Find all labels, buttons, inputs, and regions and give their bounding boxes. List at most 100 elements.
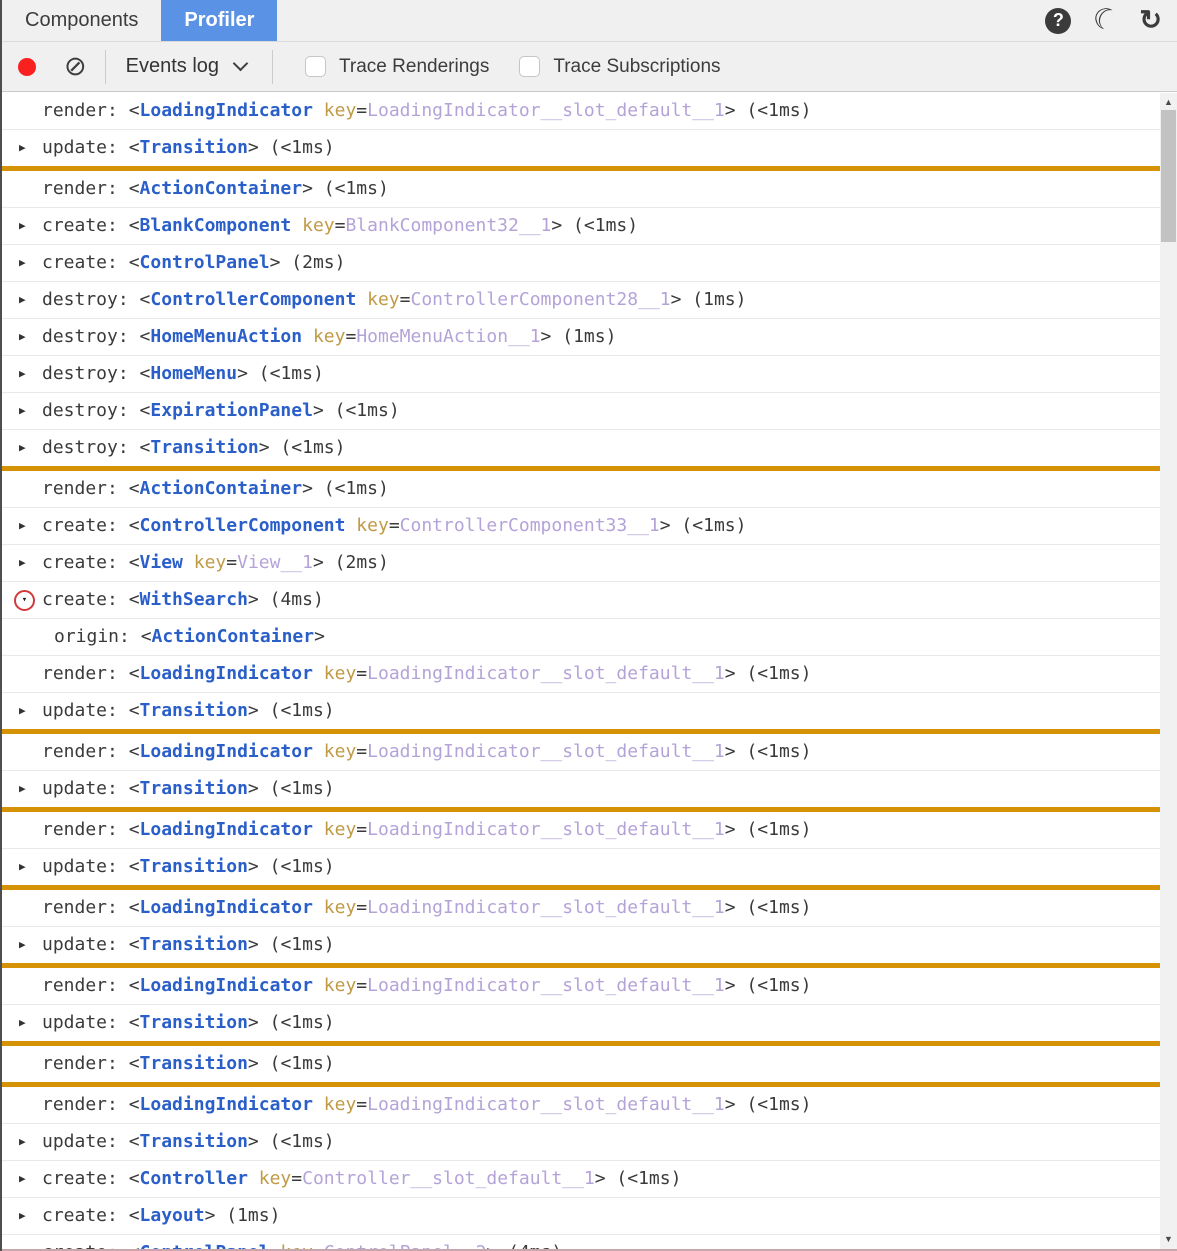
log-event-row[interactable]: render: <LoadingIndicator key=LoadingInd… — [2, 656, 1160, 693]
log-event-row[interactable]: ▶create: <BlankComponent key=BlankCompon… — [2, 208, 1160, 245]
log-event-row[interactable]: ▾create: <WithSearch> (4ms) — [2, 582, 1160, 619]
vertical-scrollbar[interactable]: ▲ ▼ — [1160, 93, 1177, 1249]
log-event-row[interactable]: ▶destroy: <Transition> (<1ms) — [2, 430, 1160, 471]
log-event-row[interactable]: ▶create: <ControllerComponent key=Contro… — [2, 508, 1160, 545]
event-type: render: — [42, 100, 129, 121]
bracket: < — [129, 252, 140, 273]
log-event-row[interactable]: render: <ActionContainer> (<1ms) — [2, 471, 1160, 508]
bracket: > — [725, 741, 736, 762]
event-duration: (<1ms) — [259, 1131, 335, 1152]
bracket: < — [129, 741, 140, 762]
expand-arrow-icon[interactable]: ▶ — [19, 545, 26, 581]
log-event-row[interactable]: render: <Transition> (<1ms) — [2, 1046, 1160, 1087]
log-event-row[interactable]: ▶update: <Transition> (<1ms) — [2, 1124, 1160, 1161]
bracket: > — [725, 975, 736, 996]
bracket: < — [140, 437, 151, 458]
scrollbar-thumb[interactable] — [1161, 110, 1176, 242]
log-event-row[interactable]: ▶update: <Transition> (<1ms) — [2, 1005, 1160, 1046]
log-event-row[interactable]: ▶update: <Transition> (<1ms) — [2, 771, 1160, 812]
log-event-row[interactable]: render: <LoadingIndicator key=LoadingInd… — [2, 93, 1160, 130]
events-log-label: Events log — [126, 55, 219, 78]
component-name: LoadingIndicator — [140, 663, 313, 684]
log-event-row[interactable]: ▶destroy: <ControllerComponent key=Contr… — [2, 282, 1160, 319]
expand-arrow-icon[interactable]: ▶ — [19, 927, 26, 963]
scroll-up-icon[interactable]: ▲ — [1160, 98, 1177, 107]
log-event-row[interactable]: ▶create: <ControlPanel key=ControlPanel_… — [2, 1235, 1160, 1251]
expand-arrow-icon[interactable]: ▶ — [19, 282, 26, 318]
bracket: < — [129, 178, 140, 199]
trace-renderings-toggle[interactable]: Trace Renderings — [305, 56, 489, 78]
log-event-row[interactable]: ▶create: <View key=View__1> (2ms) — [2, 545, 1160, 582]
key-attribute: key — [356, 289, 399, 310]
expand-arrow-icon[interactable]: ▶ — [19, 356, 26, 392]
event-type: render: — [42, 975, 129, 996]
log-event-row[interactable]: origin: <ActionContainer> — [2, 619, 1160, 656]
log-event-row[interactable]: render: <LoadingIndicator key=LoadingInd… — [2, 812, 1160, 849]
bracket: < — [129, 700, 140, 721]
expand-arrow-icon[interactable]: ▶ — [19, 208, 26, 244]
event-duration: (<1ms) — [736, 100, 812, 121]
bracket: < — [129, 215, 140, 236]
expand-arrow-icon[interactable]: ▶ — [19, 130, 26, 166]
tab-bar: Components Profiler ? ☾ ↻ — [2, 0, 1177, 42]
expand-arrow-icon[interactable]: ▶ — [19, 693, 26, 729]
log-event-row[interactable]: render: <LoadingIndicator key=LoadingInd… — [2, 968, 1160, 1005]
event-duration: (<1ms) — [259, 137, 335, 158]
refresh-icon[interactable]: ↻ — [1139, 7, 1162, 34]
component-name: LoadingIndicator — [140, 975, 313, 996]
expand-arrow-icon[interactable]: ▶ — [19, 1161, 26, 1197]
expand-arrow-icon[interactable]: ▶ — [19, 393, 26, 429]
expand-arrow-icon[interactable]: ▶ — [19, 1198, 26, 1234]
bracket: > — [302, 178, 313, 199]
trace-subscriptions-toggle[interactable]: Trace Subscriptions — [519, 56, 720, 78]
event-type: destroy: — [42, 437, 140, 458]
log-event-row[interactable]: ▶update: <Transition> (<1ms) — [2, 849, 1160, 890]
log-event-row[interactable]: ▶create: <Controller key=Controller__slo… — [2, 1161, 1160, 1198]
expand-arrow-icon[interactable]: ▶ — [19, 319, 26, 355]
expand-arrow-icon[interactable]: ▶ — [19, 1124, 26, 1160]
expand-arrow-icon[interactable]: ▶ — [19, 1235, 26, 1251]
events-log-dropdown[interactable]: Events log — [118, 55, 254, 78]
component-name: Transition — [140, 778, 248, 799]
bracket: > — [725, 663, 736, 684]
bracket: < — [129, 1242, 140, 1251]
log-event-row[interactable]: ▶update: <Transition> (<1ms) — [2, 130, 1160, 171]
log-event-row[interactable]: ▶destroy: <ExpirationPanel> (<1ms) — [2, 393, 1160, 430]
expand-arrow-icon[interactable]: ▶ — [19, 430, 26, 466]
expand-arrow-icon[interactable]: ▶ — [19, 245, 26, 281]
help-icon[interactable]: ? — [1045, 8, 1071, 34]
trace-renderings-checkbox[interactable] — [305, 56, 326, 77]
bracket: < — [129, 856, 140, 877]
log-event-row[interactable]: ▶destroy: <HomeMenuAction key=HomeMenuAc… — [2, 319, 1160, 356]
log-event-row[interactable]: ▶destroy: <HomeMenu> (<1ms) — [2, 356, 1160, 393]
log-event-row[interactable]: ▶update: <Transition> (<1ms) — [2, 693, 1160, 734]
event-duration: (<1ms) — [736, 663, 812, 684]
component-name: ControlPanel — [140, 1242, 270, 1251]
bracket: > — [248, 589, 259, 610]
scroll-down-icon[interactable]: ▼ — [1160, 1235, 1177, 1244]
clear-log-icon[interactable]: ⊘ — [64, 53, 87, 80]
expand-arrow-icon[interactable]: ▶ — [19, 849, 26, 885]
log-event-row[interactable]: ▶create: <Layout> (1ms) — [2, 1198, 1160, 1235]
trace-subscriptions-checkbox[interactable] — [519, 56, 540, 77]
component-name: ExpirationPanel — [150, 400, 313, 421]
tab-components[interactable]: Components — [2, 0, 161, 41]
trace-renderings-label: Trace Renderings — [339, 56, 489, 78]
event-duration: (<1ms) — [313, 178, 389, 199]
log-event-row[interactable]: render: <ActionContainer> (<1ms) — [2, 171, 1160, 208]
expand-arrow-icon[interactable]: ▶ — [19, 1005, 26, 1041]
log-event-row[interactable]: ▶create: <ControlPanel> (2ms) — [2, 245, 1160, 282]
equals: = — [335, 215, 346, 236]
expand-arrow-icon[interactable]: ▶ — [19, 771, 26, 807]
log-event-row[interactable]: render: <LoadingIndicator key=LoadingInd… — [2, 890, 1160, 927]
record-button[interactable] — [18, 58, 36, 76]
tab-profiler[interactable]: Profiler — [161, 0, 277, 41]
log-event-row[interactable]: render: <LoadingIndicator key=LoadingInd… — [2, 1087, 1160, 1124]
log-event-row[interactable]: render: <LoadingIndicator key=LoadingInd… — [2, 734, 1160, 771]
collapse-arrow-icon[interactable]: ▾ — [14, 590, 35, 611]
expand-arrow-icon[interactable]: ▶ — [19, 508, 26, 544]
log-event-row[interactable]: ▶update: <Transition> (<1ms) — [2, 927, 1160, 968]
bracket: > — [671, 289, 682, 310]
dark-mode-icon[interactable]: ☾ — [1088, 2, 1124, 39]
bracket: < — [140, 400, 151, 421]
